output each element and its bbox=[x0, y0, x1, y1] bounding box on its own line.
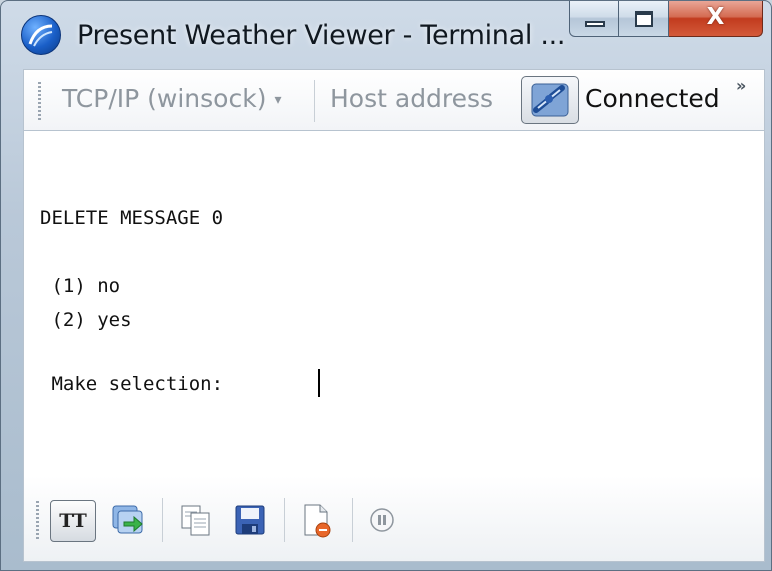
terminal-line: Make selection: bbox=[40, 373, 235, 395]
save-icon bbox=[235, 505, 265, 535]
copy-button[interactable] bbox=[176, 500, 216, 540]
protocol-label: TCP/IP (winsock) bbox=[62, 84, 267, 113]
text-cursor bbox=[318, 369, 320, 397]
chevron-down-icon: ▾ bbox=[274, 92, 282, 108]
send-file-button[interactable] bbox=[108, 500, 148, 540]
pause-button[interactable] bbox=[362, 500, 402, 540]
caption-buttons: X bbox=[569, 1, 763, 39]
maximize-button[interactable] bbox=[619, 1, 669, 37]
copy-icon bbox=[181, 505, 210, 536]
connection-status: Connected bbox=[585, 84, 720, 113]
window-title: Present Weather Viewer - Terminal ... bbox=[77, 20, 566, 51]
minimize-button[interactable] bbox=[569, 1, 619, 37]
terminal-line: DELETE MESSAGE 0 bbox=[40, 207, 224, 229]
toolbar-separator bbox=[352, 498, 353, 542]
close-button[interactable]: X bbox=[669, 1, 763, 37]
terminal-window: Present Weather Viewer - Terminal ... X … bbox=[0, 0, 772, 571]
minimize-icon bbox=[585, 21, 605, 27]
toolbar-separator bbox=[314, 80, 315, 122]
app-logo-icon bbox=[21, 15, 61, 55]
maximize-icon bbox=[635, 11, 653, 27]
send-file-icon bbox=[112, 505, 143, 534]
pause-icon bbox=[370, 508, 394, 532]
toolbar-overflow-icon[interactable]: » bbox=[736, 76, 746, 95]
terminal-line: (1) no bbox=[40, 275, 121, 297]
protocol-dropdown[interactable]: TCP/IP (winsock) ▾ bbox=[62, 84, 281, 113]
close-icon: X bbox=[706, 4, 725, 30]
terminal-line: (2) yes bbox=[40, 309, 132, 331]
toolbar-separator bbox=[284, 498, 285, 542]
toolbar-grip[interactable] bbox=[36, 501, 39, 539]
title-bar[interactable]: Present Weather Viewer - Terminal ... X bbox=[1, 1, 771, 67]
connection-plug-icon bbox=[531, 83, 569, 117]
save-button[interactable] bbox=[230, 500, 270, 540]
terminal-screen[interactable]: DELETE MESSAGE 0 (1) no (2) yes Make sel… bbox=[23, 131, 765, 476]
toolbar-grip[interactable] bbox=[38, 82, 41, 120]
connection-toolbar: TCP/IP (winsock) ▾ Host address Connected… bbox=[23, 69, 765, 131]
new-log-icon bbox=[304, 504, 331, 538]
connect-toggle-button[interactable] bbox=[521, 76, 579, 124]
toolbar-separator bbox=[162, 498, 163, 542]
bottom-toolbar: TT bbox=[23, 476, 765, 562]
host-address-field[interactable]: Host address bbox=[330, 84, 493, 113]
tt-toggle-button[interactable]: TT bbox=[50, 500, 96, 542]
new-log-button[interactable] bbox=[296, 500, 336, 540]
